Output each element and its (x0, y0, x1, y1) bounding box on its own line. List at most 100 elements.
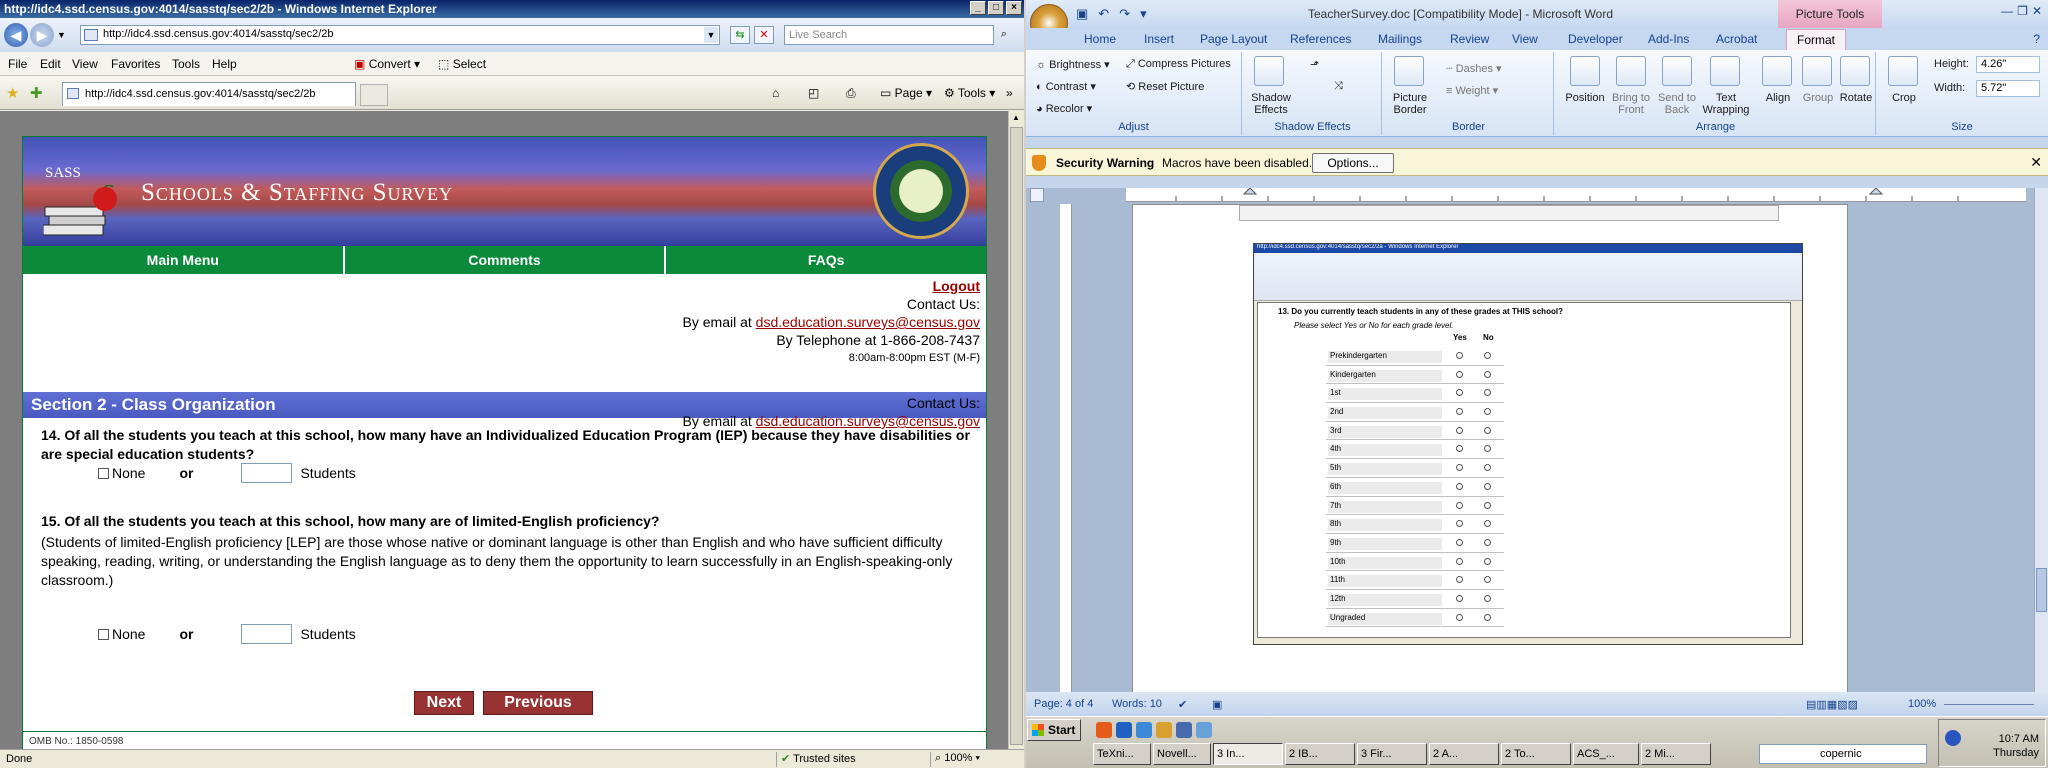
ie-vertical-scrollbar[interactable]: ▲ (1008, 111, 1024, 749)
grade-yes-radio[interactable] (1456, 613, 1463, 621)
grade-no-radio[interactable] (1484, 408, 1491, 416)
picture-border-button[interactable]: Picture Border (1384, 92, 1436, 116)
tab-developer[interactable]: Developer (1568, 32, 1623, 46)
group-icon[interactable] (1802, 56, 1832, 86)
grade-yes-radio[interactable] (1456, 576, 1463, 584)
tab-insert[interactable]: Insert (1144, 32, 1174, 46)
crop-button[interactable]: Crop (1884, 92, 1924, 104)
grade-no-radio[interactable] (1484, 520, 1491, 528)
page-menu-button[interactable]: ▭ Page ▾ (880, 86, 932, 100)
nav-main-menu[interactable]: Main Menu (23, 246, 345, 274)
feeds-icon[interactable]: ◰ (808, 86, 819, 100)
nav-comments[interactable]: Comments (345, 246, 667, 274)
rotate-button[interactable]: Rotate (1836, 92, 1876, 104)
menu-file[interactable]: File (8, 57, 27, 71)
grade-no-radio[interactable] (1484, 482, 1491, 490)
crop-icon[interactable] (1888, 56, 1918, 86)
folder-quicklaunch-icon[interactable] (1156, 722, 1172, 738)
grade-no-radio[interactable] (1484, 352, 1491, 359)
browser-quicklaunch-icon[interactable] (1136, 722, 1152, 738)
bring-to-front-icon[interactable] (1616, 56, 1646, 86)
word-vertical-scrollbar[interactable] (2034, 188, 2048, 692)
tab-home[interactable]: Home (1084, 32, 1116, 46)
grade-yes-radio[interactable] (1456, 520, 1463, 528)
text-wrapping-icon[interactable] (1710, 56, 1740, 86)
menu-tools[interactable]: Tools (172, 57, 200, 71)
restore-icon[interactable]: ❐ (2017, 4, 2028, 18)
copernic-search-input[interactable]: copernic (1759, 744, 1927, 764)
live-search-input[interactable]: Live Search (784, 25, 994, 45)
taskbar-microsoft-word[interactable]: 2 Mi... (1641, 743, 1711, 765)
send-to-back-icon[interactable] (1662, 56, 1692, 86)
grade-yes-radio[interactable] (1456, 464, 1463, 472)
grade-no-radio[interactable] (1484, 557, 1491, 565)
tab-page-layout[interactable]: Page Layout (1200, 32, 1267, 46)
back-button[interactable]: ◀ (4, 23, 28, 47)
weight-button[interactable]: ≡ Weight ▾ (1446, 84, 1498, 97)
q15-students-input[interactable] (241, 624, 293, 644)
tab-acrobat[interactable]: Acrobat (1716, 32, 1757, 46)
grade-no-radio[interactable] (1484, 426, 1491, 434)
grade-no-radio[interactable] (1484, 370, 1491, 378)
add-favorite-icon[interactable]: ✚ (30, 84, 43, 102)
macro-record-icon[interactable]: ▣ (1212, 698, 1222, 711)
print-icon[interactable]: ⎙ (846, 86, 856, 101)
ie-quicklaunch-icon[interactable] (1116, 722, 1132, 738)
taskbar-acs[interactable]: ACS_... (1573, 743, 1639, 765)
convert-button[interactable]: ▣ Convert ▾ (354, 57, 420, 71)
taskbar-tools[interactable]: 2 To... (1501, 743, 1571, 765)
tab-format[interactable]: Format (1786, 29, 1847, 50)
menu-view[interactable]: View (72, 57, 98, 71)
grade-no-radio[interactable] (1484, 538, 1491, 546)
taskbar-novell[interactable]: Novell... (1153, 743, 1211, 765)
close-warning-icon[interactable]: ✕ (2030, 154, 2042, 171)
grade-yes-radio[interactable] (1456, 408, 1463, 416)
redo-icon[interactable]: ↷ (1119, 6, 1130, 22)
stop-button[interactable]: ✕ (754, 26, 774, 44)
taskbar-acrobat[interactable]: 2 A... (1429, 743, 1499, 765)
brightness-button[interactable]: ☼ Brightness ▾ (1036, 58, 1110, 71)
grade-no-radio[interactable] (1484, 594, 1491, 602)
grade-yes-radio[interactable] (1456, 557, 1463, 565)
desktop-quicklaunch-icon[interactable] (1176, 722, 1192, 738)
save-icon[interactable]: ▣ (1076, 6, 1088, 22)
logout-link[interactable]: Logout (933, 278, 980, 294)
select-button[interactable]: ⬚ Select (438, 57, 486, 71)
tab-review[interactable]: Review (1450, 32, 1489, 46)
tab-stop-selector-icon[interactable] (1030, 188, 1044, 202)
grade-yes-radio[interactable] (1456, 501, 1463, 509)
scroll-thumb[interactable] (1010, 127, 1023, 745)
maximize-button[interactable]: □ (988, 1, 1004, 15)
close-icon[interactable]: ✕ (2032, 4, 2042, 18)
embedded-screenshot[interactable]: http://idc4.ssd.census.gov:4014/sasstq/s… (1253, 243, 1803, 645)
picture-border-icon[interactable] (1394, 56, 1424, 86)
tab-mailings[interactable]: Mailings (1378, 32, 1422, 46)
tab-add-ins[interactable]: Add-Ins (1648, 32, 1689, 46)
address-dropdown-icon[interactable]: ▼ (704, 27, 718, 43)
grade-no-radio[interactable] (1484, 445, 1491, 453)
zoom-slider[interactable] (1944, 704, 2034, 705)
grade-yes-radio[interactable] (1456, 352, 1463, 359)
shadow-on-off-icon[interactable]: ⤨ (1334, 80, 1343, 93)
grade-yes-radio[interactable] (1456, 370, 1463, 378)
page-count[interactable]: Page: 4 of 4 (1034, 698, 1093, 710)
customize-toolbar-icon[interactable]: ▾ (1140, 6, 1147, 22)
taskbar-ib[interactable]: 2 IB... (1285, 743, 1355, 765)
q14-none-checkbox[interactable] (98, 467, 109, 479)
vertical-ruler[interactable] (1060, 204, 1072, 692)
q14-students-input[interactable] (241, 463, 293, 483)
word-count[interactable]: Words: 10 (1112, 698, 1162, 710)
grade-no-radio[interactable] (1484, 464, 1491, 472)
start-button[interactable]: Start (1027, 719, 1081, 741)
shadow-effects-icon[interactable] (1254, 56, 1284, 86)
grade-yes-radio[interactable] (1456, 538, 1463, 546)
menu-edit[interactable]: Edit (40, 57, 61, 71)
text-wrapping-button[interactable]: Text Wrapping (1700, 92, 1752, 116)
width-input[interactable]: 5.72" (1976, 80, 2040, 97)
grade-yes-radio[interactable] (1456, 594, 1463, 602)
chevron-right-icon[interactable]: » (1006, 86, 1013, 100)
compress-pictures-button[interactable]: ⤢ Compress Pictures (1126, 58, 1231, 71)
grade-no-radio[interactable] (1484, 613, 1491, 621)
view-buttons-icon[interactable]: ▤▥▦▧▨ (1806, 698, 1858, 711)
grade-yes-radio[interactable] (1456, 389, 1463, 397)
